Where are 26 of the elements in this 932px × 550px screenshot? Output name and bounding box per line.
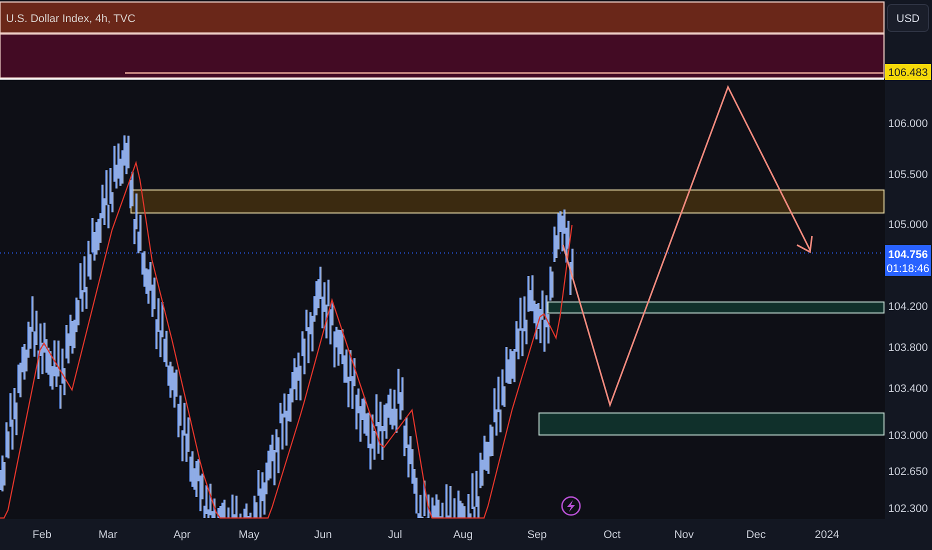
alert-price-label: 106.483	[885, 64, 931, 80]
last-price-label: 104.756 01:18:46	[885, 245, 931, 276]
price-tick: 105.000	[888, 219, 928, 231]
time-label: Mar	[98, 529, 118, 541]
time-label: Jun	[314, 529, 332, 541]
price-tick: 102.300	[888, 503, 928, 515]
time-label: Sep	[527, 529, 547, 541]
time-label: Oct	[603, 529, 621, 541]
price-tick: 103.000	[888, 430, 928, 442]
lightning-icon[interactable]	[561, 496, 581, 516]
time-label: Jul	[388, 529, 402, 541]
time-label: Feb	[32, 529, 52, 541]
price-tick: 104.200	[888, 301, 928, 313]
time-label: Nov	[674, 529, 694, 541]
price-tick: 103.400	[888, 383, 928, 395]
time-label: 2024	[814, 529, 840, 541]
price-tick: 106.000	[888, 118, 928, 130]
time-label: May	[238, 529, 260, 541]
price-tick: 103.800	[888, 342, 928, 354]
price-tick: 105.500	[888, 169, 928, 181]
time-label: Aug	[453, 529, 473, 541]
chart-title: U.S. Dollar Index, 4h, TVC	[6, 13, 136, 25]
time-label: Dec	[746, 529, 766, 541]
price-tick: 102.650	[888, 466, 928, 478]
time-label: Apr	[173, 529, 191, 541]
currency-button[interactable]: USD	[887, 4, 929, 32]
